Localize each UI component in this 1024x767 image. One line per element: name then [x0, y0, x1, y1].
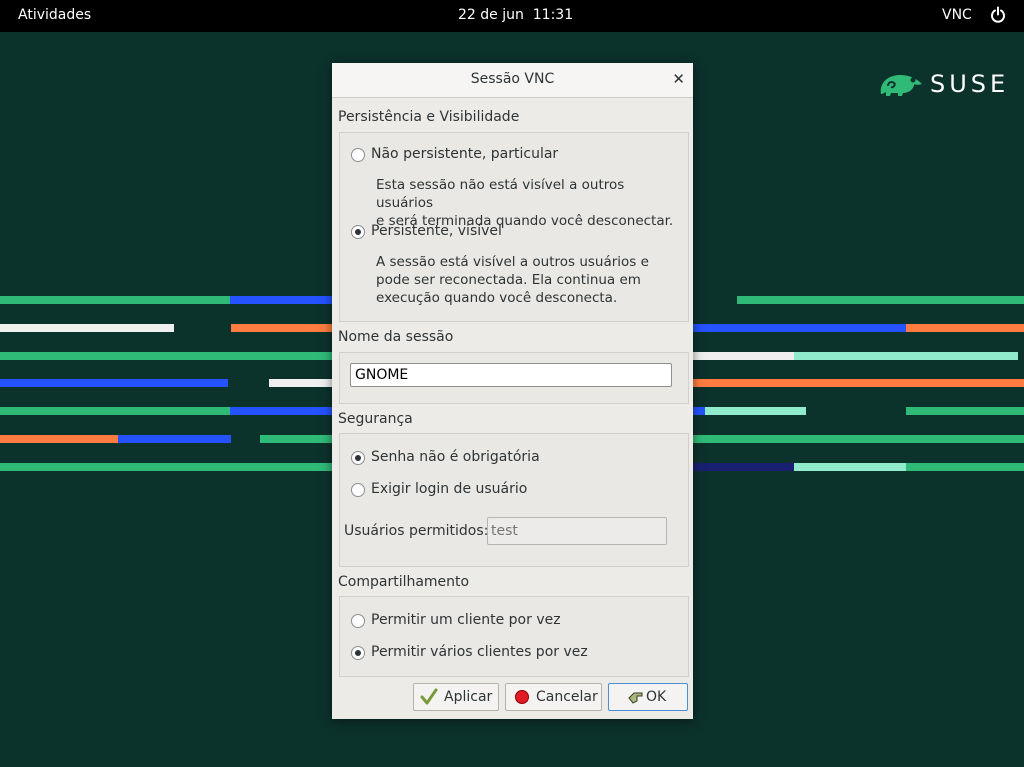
apply-button[interactable]: Aplicar [413, 683, 499, 711]
persistent-description: A sessão está visível a outros usuários … [376, 254, 649, 306]
radio-label: Persistente, visível [371, 223, 502, 239]
ok-button[interactable]: OK [608, 683, 688, 711]
clock[interactable]: 22 de jun 11:31 [458, 7, 573, 23]
stripe [906, 324, 1024, 332]
non-persistent-description: Esta sessão não está visível a outros us… [376, 177, 674, 229]
stripe [118, 435, 231, 443]
stripe [0, 296, 230, 304]
close-icon[interactable]: ✕ [672, 70, 685, 88]
sharing-section-label: Compartilhamento [338, 574, 470, 590]
ok-label: OK [646, 689, 667, 705]
time-label: 11:31 [532, 7, 574, 23]
session-name-label: Nome da sessão [338, 329, 454, 345]
session-name-input[interactable] [350, 363, 672, 387]
stripe [0, 352, 332, 360]
sharing-frame: Permitir um cliente por vez Permitir vár… [339, 596, 689, 677]
vnc-indicator[interactable]: VNC [942, 7, 972, 23]
stripe [693, 324, 906, 332]
dialog-title: Sessão VNC [470, 71, 555, 87]
allowed-users-input[interactable] [487, 517, 667, 545]
stripe [693, 435, 1024, 443]
ok-hand-icon [628, 692, 643, 704]
radio-label: Exigir login de usuário [371, 481, 528, 497]
session-name-frame [339, 352, 689, 404]
chameleon-icon [880, 75, 922, 96]
cancel-button[interactable]: Cancelar [505, 683, 602, 711]
stripe [737, 296, 1024, 304]
stripe [0, 435, 118, 443]
stripe [794, 463, 906, 471]
stripe [705, 407, 806, 415]
radio-label: Permitir vários clientes por vez [371, 644, 588, 660]
stripe [794, 352, 1018, 360]
persistence-section-label: Persistência e Visibilidade [338, 109, 520, 125]
radio-button[interactable] [351, 614, 365, 628]
radio-button[interactable] [351, 483, 365, 497]
radio-label: Não persistente, particular [371, 146, 559, 162]
power-icon[interactable] [990, 6, 1006, 24]
radio-label: Senha não é obrigatória [371, 449, 540, 465]
logo-text: SUSE [930, 70, 1010, 98]
stripe [693, 407, 705, 415]
top-bar: Atividades 22 de jun 11:31 VNC [0, 0, 1024, 32]
checkmark-icon [420, 688, 438, 705]
stripe [693, 352, 794, 360]
activities-button[interactable]: Atividades [18, 7, 91, 23]
radio-button[interactable] [351, 225, 365, 239]
date-label: 22 de jun [458, 7, 524, 23]
stripe [230, 296, 332, 304]
stripe [0, 407, 230, 415]
vnc-session-dialog: Sessão VNC ✕ Persistência e Visibilidade… [332, 63, 693, 719]
radio-button[interactable] [351, 148, 365, 162]
stripe [906, 407, 1024, 415]
allowed-users-label: Usuários permitidos: [344, 523, 489, 539]
stripe [0, 379, 228, 387]
persistence-frame: Não persistente, particular Esta sessão … [339, 132, 689, 322]
stripe [0, 324, 174, 332]
security-frame: Senha não é obrigatória Exigir login de … [339, 433, 689, 567]
radio-button[interactable] [351, 451, 365, 465]
stop-icon [515, 690, 529, 704]
apply-label: Aplicar [444, 689, 493, 705]
dialog-titlebar[interactable]: Sessão VNC ✕ [332, 63, 693, 98]
stripe [231, 324, 332, 332]
stripe [230, 407, 332, 415]
security-section-label: Segurança [338, 411, 413, 427]
stripe [906, 463, 1024, 471]
cancel-label: Cancelar [536, 689, 598, 705]
radio-label: Permitir um cliente por vez [371, 612, 561, 628]
stripe [0, 463, 332, 471]
stripe [693, 463, 794, 471]
stripe [269, 379, 332, 387]
stripe [260, 435, 332, 443]
stripe [693, 379, 1024, 387]
radio-button[interactable] [351, 646, 365, 660]
